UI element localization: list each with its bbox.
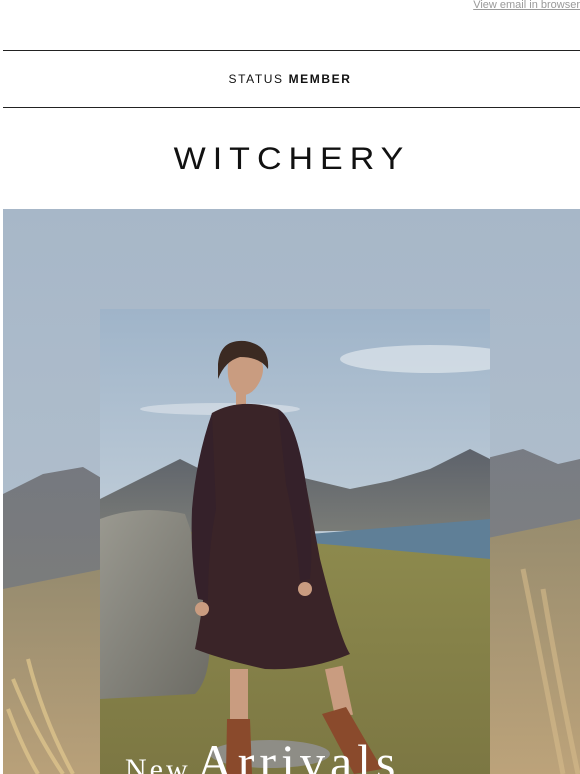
model-photo-image — [100, 309, 490, 774]
headline-word-new: New — [125, 753, 191, 774]
brand-logo[interactable]: WITCHERY — [0, 142, 580, 178]
top-bar: View email in browser — [0, 0, 580, 14]
hero-photo[interactable] — [100, 309, 490, 774]
hero-headline: New Arrivals — [125, 733, 485, 774]
divider-top — [3, 50, 580, 51]
headline-word-arrivals: Arrivals — [196, 734, 401, 774]
divider-bottom — [3, 107, 580, 108]
status-level: MEMBER — [288, 72, 352, 86]
status-banner: STATUS MEMBER — [0, 72, 580, 86]
status-prefix: STATUS — [228, 72, 284, 86]
view-in-browser-link[interactable]: View email in browser — [473, 0, 580, 11]
hero-banner[interactable]: New Arrivals — [3, 209, 580, 774]
